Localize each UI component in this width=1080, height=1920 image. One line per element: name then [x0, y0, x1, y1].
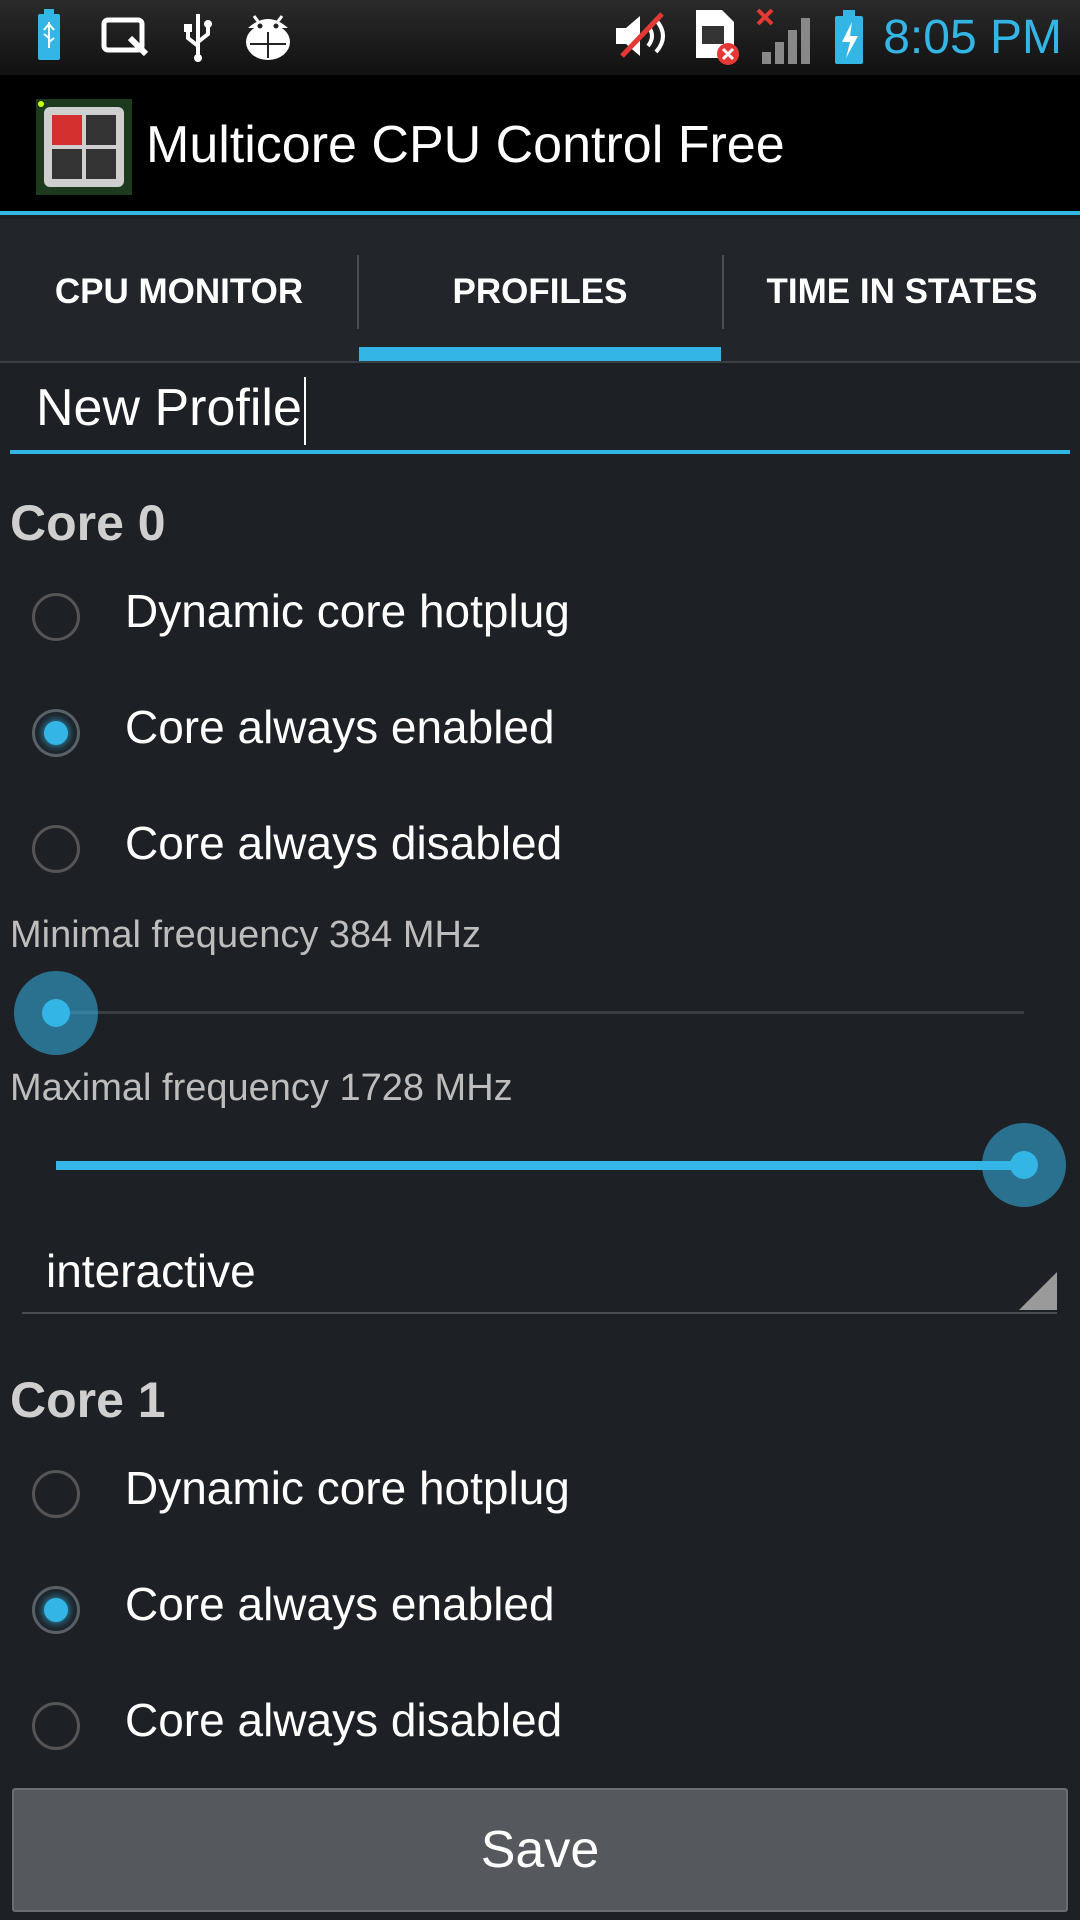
- radio-button[interactable]: [32, 825, 80, 873]
- status-time: 8:05 PM: [883, 11, 1062, 64]
- radio-label: Dynamic core hotplug: [125, 585, 570, 637]
- core-1-option-disabled[interactable]: Core always disabled: [0, 1675, 1080, 1785]
- battery-charging-icon: [835, 10, 863, 64]
- slider-thumb[interactable]: [14, 971, 98, 1055]
- tab-selected-indicator: [359, 347, 721, 361]
- profile-name-input[interactable]: New Profile: [10, 368, 1070, 454]
- quick-memo-icon: [101, 17, 149, 57]
- slider-fill: [56, 1161, 1024, 1170]
- max-frequency-label: Maximal frequency 1728 MHz: [10, 1067, 513, 1109]
- slider-thumb[interactable]: [982, 1123, 1066, 1207]
- radio-button[interactable]: [32, 1702, 80, 1750]
- radio-label: Core always enabled: [125, 701, 555, 753]
- no-signal-icon: [756, 8, 810, 64]
- tab-cpu-monitor[interactable]: CPU MONITOR: [0, 219, 358, 361]
- core-1-option-enabled[interactable]: Core always enabled: [0, 1559, 1080, 1669]
- tab-time-in-states[interactable]: TIME IN STATES: [724, 219, 1080, 361]
- usb-icon: [184, 14, 212, 62]
- radio-label: Core always enabled: [125, 1578, 555, 1630]
- core-1-title: Core 1: [10, 1372, 166, 1428]
- radio-button[interactable]: [32, 1470, 80, 1518]
- radio-label: Core always disabled: [125, 1694, 563, 1746]
- radio-label: Dynamic core hotplug: [125, 1462, 570, 1514]
- radio-label: Core always disabled: [125, 817, 563, 869]
- tab-profiles[interactable]: PROFILES: [359, 219, 721, 361]
- slider-track: [56, 1011, 1024, 1014]
- app-logo-icon: [36, 99, 132, 195]
- min-frequency-label: Minimal frequency 384 MHz: [10, 914, 481, 956]
- usb-battery-icon: [38, 9, 60, 60]
- governor-value: interactive: [46, 1245, 256, 1297]
- spinner-arrow-icon: [1019, 1272, 1057, 1310]
- status-bar: 8:05 PM: [0, 0, 1080, 75]
- no-sim-icon: [696, 10, 739, 65]
- text-cursor: [303, 377, 306, 446]
- action-bar: Multicore CPU Control Free: [0, 75, 1080, 215]
- tab-bar: CPU MONITOR PROFILES TIME IN STATES: [0, 219, 1080, 363]
- min-frequency-slider[interactable]: [14, 968, 1024, 1058]
- app-title: Multicore CPU Control Free: [146, 116, 785, 174]
- max-frequency-slider[interactable]: [56, 1120, 1066, 1210]
- save-button[interactable]: Save: [12, 1788, 1068, 1912]
- android-debug-icon: [246, 15, 290, 60]
- mute-icon: [616, 12, 665, 58]
- profile-name-value: New Profile: [36, 379, 302, 437]
- radio-button-checked[interactable]: [32, 1586, 80, 1634]
- governor-spinner[interactable]: interactive: [22, 1240, 1057, 1314]
- core-0-option-enabled[interactable]: Core always enabled: [0, 682, 1080, 792]
- core-0-option-hotplug[interactable]: Dynamic core hotplug: [0, 566, 1080, 676]
- core-0-option-disabled[interactable]: Core always disabled: [0, 798, 1080, 908]
- core-0-title: Core 0: [10, 495, 166, 551]
- radio-button[interactable]: [32, 593, 80, 641]
- radio-button-checked[interactable]: [32, 709, 80, 757]
- core-1-option-hotplug[interactable]: Dynamic core hotplug: [0, 1443, 1080, 1553]
